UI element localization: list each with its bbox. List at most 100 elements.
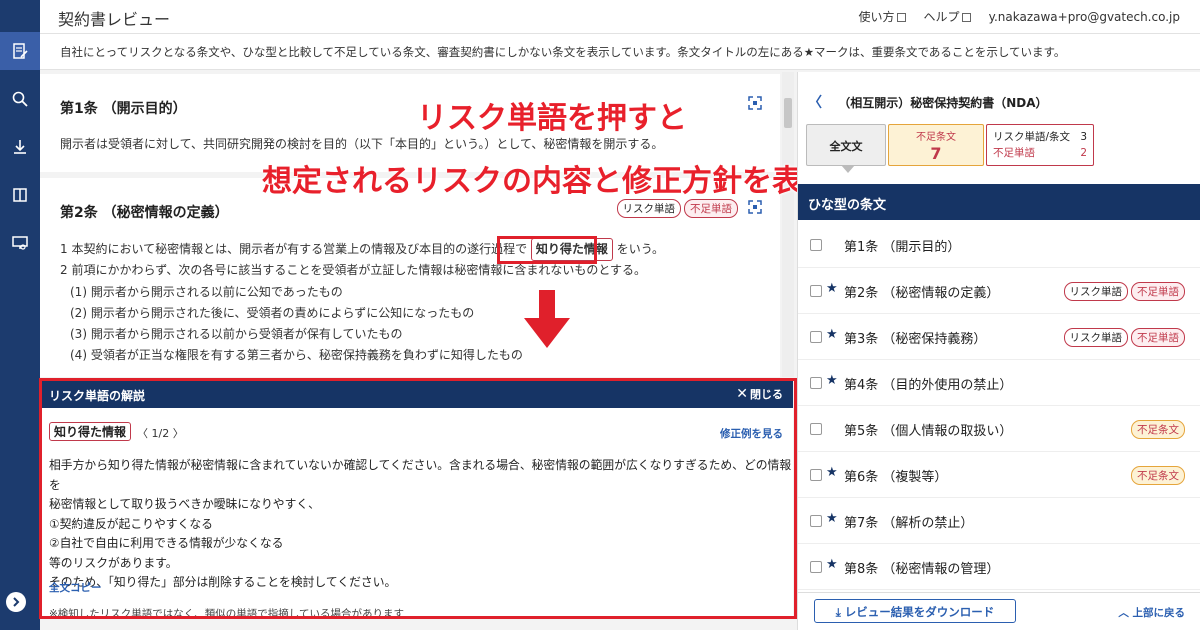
document-title-label: （相互開示）秘密保持契約書（NDA） [838, 96, 1048, 110]
template-articles-header: ひな型の条文 [798, 184, 1200, 220]
tab-label: リスク単語/条文 [993, 131, 1071, 143]
article-item-4: (4) 受領者が正当な権限を有する第三者から、秘密保持義務を負わずに知得したもの [70, 348, 523, 362]
article-badges: 不足条文 [1131, 466, 1185, 485]
search-icon [12, 91, 28, 107]
article-checkbox[interactable] [810, 515, 822, 527]
missing-word-badge[interactable]: 不足単語 [1131, 328, 1185, 347]
important-star-icon: ★ [826, 373, 838, 388]
article-name: 第6条 （複製等） [844, 470, 948, 485]
download-icon [14, 140, 26, 154]
split-view-icon [13, 188, 27, 202]
tab-missing-articles[interactable]: 不足条文 7 [888, 124, 984, 166]
article-list-item[interactable]: 第1条 （開示目的） [798, 222, 1200, 268]
left-nav [0, 0, 40, 630]
article-item-2: (2) 開示者から開示された後に、受領者の責めによらずに公知になったもの [70, 306, 475, 320]
article-badges: 不足条文 [1131, 420, 1185, 439]
important-star-icon: ★ [826, 327, 838, 342]
line-text: 1 本契約において秘密情報とは、開示者が有する営業上の情報及び本目的の遂行過程で [60, 242, 528, 256]
search-nav-button[interactable] [0, 80, 40, 118]
article-item-1: (1) 開示者から開示される以前に公知であったもの [70, 285, 343, 299]
article-list: 第1条 （開示目的） ★ 第2条 （秘密情報の定義） リスク単語 不足単語 ★ 第3条 （秘… [798, 222, 1200, 590]
article-checkbox[interactable] [810, 239, 822, 251]
article-list-item[interactable]: ★ 第4条 （目的外使用の禁止） [798, 360, 1200, 406]
article-panel: 〈 （相互開示）秘密保持契約書（NDA） 全文文 不足条文 7 リスク単語/条文… [797, 72, 1200, 630]
top-links: 使い方 ヘルプ y.nakazawa+pro@gvatech.co.jp [859, 8, 1180, 25]
missing-article-badge[interactable]: 不足条文 [1131, 420, 1185, 439]
article-list-item[interactable]: 第5条 （個人情報の取扱い） 不足条文 [798, 406, 1200, 452]
tab-count: 7 [930, 144, 942, 163]
download-label: レビュー結果をダウンロード [844, 605, 995, 619]
usage-link-label: 使い方 [858, 10, 895, 24]
caption-line-1: リスク単語を押すと [417, 101, 687, 136]
tab-count: 3 [1080, 131, 1087, 143]
back-chevron-icon[interactable]: 〈 [808, 95, 822, 111]
panel-footer: ⤓ レビュー結果をダウンロード ︿ 上部に戻る [798, 592, 1200, 630]
article-checkbox[interactable] [810, 469, 822, 481]
article-name: 第3条 （秘密保持義務） [844, 332, 987, 347]
article-list-item[interactable]: ★ 第8条 （秘密情報の管理） [798, 544, 1200, 590]
app-root: 契約書レビュー 使い方 ヘルプ y.nakazawa+pro@gvatech.c… [0, 0, 1200, 630]
download-nav-button[interactable] [0, 128, 40, 166]
article-checkbox[interactable] [810, 561, 822, 573]
chevron-right-icon [13, 597, 20, 607]
article-badges: リスク単語 不足単語 [1063, 282, 1185, 301]
article-item-3: (3) 開示者から開示される以前から受領者が保有していたもの [70, 327, 403, 341]
article-checkbox[interactable] [810, 423, 822, 435]
explanation-callout-box [39, 378, 797, 619]
article-list-item[interactable]: ★ 第3条 （秘密保持義務） リスク単語 不足単語 [798, 314, 1200, 360]
article-name: 第4条 （目的外使用の禁止） [844, 378, 1013, 393]
article-name: 第2条 （秘密情報の定義） [844, 286, 1000, 301]
presentation-nav-button[interactable] [0, 224, 40, 262]
article-list-item[interactable]: ★ 第6条 （複製等） 不足条文 [798, 452, 1200, 498]
download-icon: ⤓ [835, 605, 845, 619]
risk-word-badge[interactable]: リスク単語 [1063, 282, 1128, 301]
document-title: 〈 （相互開示）秘密保持契約書（NDA） [808, 92, 1047, 112]
missing-word-badge[interactable]: 不足単語 [1131, 282, 1185, 301]
document-edit-icon [13, 43, 28, 59]
user-email[interactable]: y.nakazawa+pro@gvatech.co.jp [989, 10, 1180, 24]
article-name: 第7条 （解析の禁止） [844, 516, 974, 531]
risk-word-badge[interactable]: リスク単語 [616, 199, 681, 218]
document-scrollbar[interactable] [782, 72, 794, 377]
back-to-top-link[interactable]: ︿ 上部に戻る [1118, 605, 1185, 620]
expand-icon[interactable] [748, 96, 762, 110]
chevron-up-icon: ︿ [1118, 607, 1133, 619]
article-list-item[interactable]: ★ 第7条 （解析の禁止） [798, 498, 1200, 544]
tab-label: 不足単語 [993, 147, 1035, 159]
review-nav-button[interactable] [0, 32, 40, 70]
article-title: 第2条 （秘密情報の定義） [60, 205, 229, 221]
article-name: 第8条 （秘密情報の管理） [844, 562, 1000, 577]
article-name: 第1条 （開示目的） [844, 240, 961, 255]
down-arrow-icon [524, 290, 570, 348]
important-star-icon: ★ [826, 281, 838, 296]
scrollbar-thumb[interactable] [784, 98, 792, 128]
important-star-icon: ★ [826, 511, 838, 526]
usage-link[interactable]: 使い方 [859, 8, 906, 25]
article-checkbox[interactable] [810, 377, 822, 389]
article-badges: リスク単語 不足単語 [1063, 328, 1185, 347]
article-list-item[interactable]: ★ 第2条 （秘密情報の定義） リスク単語 不足単語 [798, 268, 1200, 314]
tab-label: 不足条文 [916, 132, 956, 143]
app-title: 契約書レビュー [58, 10, 171, 29]
download-results-button[interactable]: ⤓ レビュー結果をダウンロード [814, 599, 1016, 623]
help-link[interactable]: ヘルプ [924, 8, 971, 25]
expand-icon[interactable] [748, 200, 762, 214]
info-text: 自社にとってリスクとなる条文や、ひな型と比較して不足している条文、審査契約書にし… [40, 34, 1200, 70]
expand-nav-button[interactable] [6, 592, 26, 612]
risk-word-badge[interactable]: リスク単語 [1063, 328, 1128, 347]
missing-article-badge[interactable]: 不足条文 [1131, 466, 1185, 485]
tab-full-text[interactable]: 全文文 [806, 124, 886, 173]
article-body: 開示者は受領者に対して、共同研究開発の検討を目的（以下「本目的」という。）として… [60, 137, 664, 151]
missing-word-badge[interactable]: 不足単語 [684, 199, 738, 218]
article-checkbox[interactable] [810, 285, 822, 297]
tab-risk-words[interactable]: リスク単語/条文 3 不足単語 2 [986, 124, 1094, 166]
back-to-top-label: 上部に戻る [1132, 607, 1186, 619]
tab-count: 2 [1080, 147, 1087, 159]
article-title: 第1条 （開示目的） [60, 101, 187, 117]
external-link-icon [896, 13, 906, 22]
caption-line-2: 想定されるリスクの内容と修正方針を表示 [262, 164, 832, 199]
help-link-label: ヘルプ [923, 10, 960, 24]
article-checkbox[interactable] [810, 331, 822, 343]
compare-nav-button[interactable] [0, 176, 40, 214]
article-2: 第2条 （秘密情報の定義） リスク単語 不足単語 1 本契約において秘密情報とは… [40, 178, 780, 377]
